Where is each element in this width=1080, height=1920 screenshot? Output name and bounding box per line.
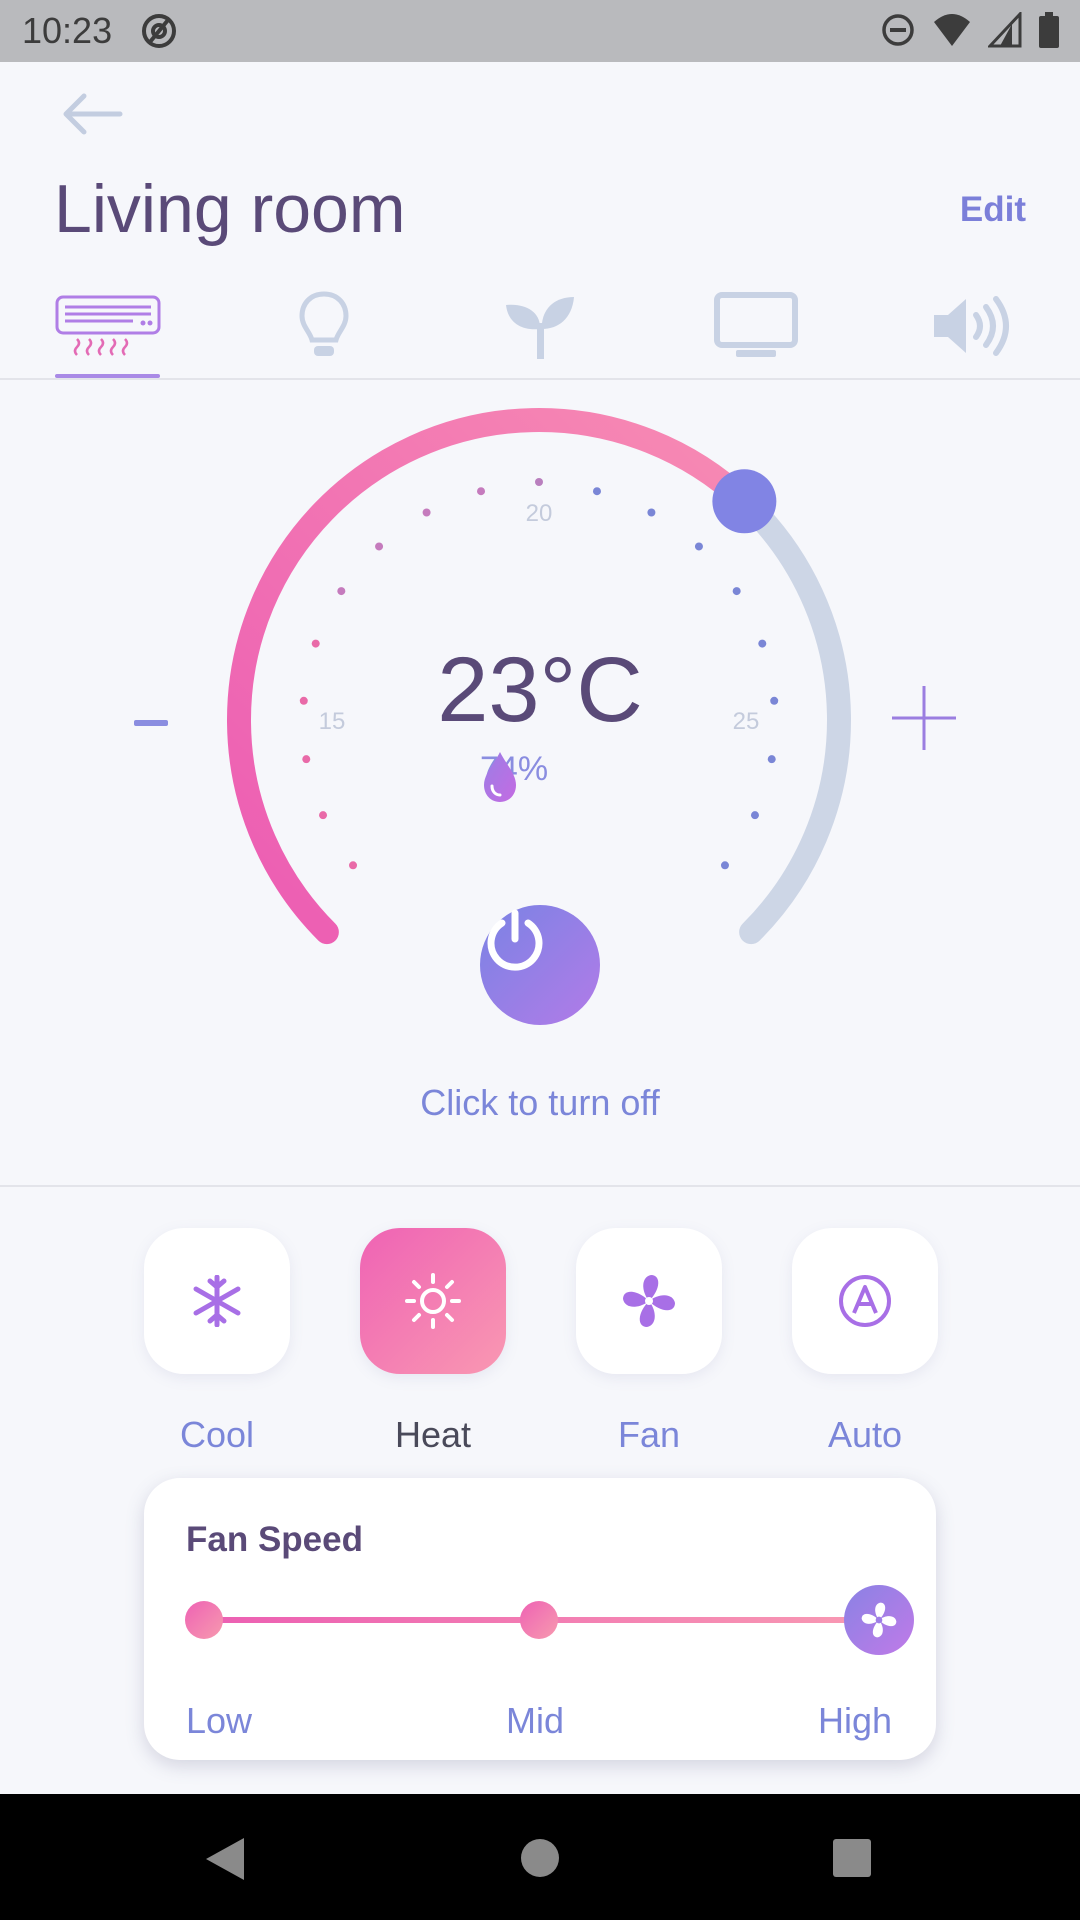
tab-speaker[interactable] — [912, 272, 1032, 380]
monitor-icon — [714, 292, 798, 357]
thermostat-panel: 15 20 25 23°C 74% Click to turn off — [0, 380, 1080, 1186]
mode-fan[interactable]: Fan — [576, 1228, 722, 1456]
dial-tick — [337, 587, 346, 596]
dial-tick — [732, 587, 741, 596]
edit-button[interactable]: Edit — [960, 190, 1026, 230]
cell-signal-icon — [986, 10, 1022, 53]
mode-cool-button[interactable] — [144, 1228, 290, 1374]
dial-tick — [750, 811, 759, 820]
arrow-left-icon — [63, 93, 123, 135]
power-icon — [487, 909, 543, 971]
header: Living room Edit — [0, 62, 1080, 380]
tab-tv[interactable] — [696, 272, 816, 380]
nav-back-icon[interactable] — [204, 1836, 246, 1882]
dial-tick — [647, 508, 656, 517]
speaker-icon — [934, 296, 1009, 356]
mode-heat[interactable]: Heat — [360, 1228, 506, 1456]
temperature-value: 23°C — [437, 639, 643, 741]
fan-speed-mid-label: Mid — [506, 1700, 565, 1741]
power-button[interactable] — [480, 905, 600, 1025]
fan-speed-slider-handle[interactable] — [844, 1585, 914, 1655]
device-tabs — [0, 272, 1080, 380]
at-sign-icon — [140, 12, 178, 55]
dial-tick — [349, 861, 358, 870]
power-label: Click to turn off — [420, 1082, 660, 1123]
tab-plants[interactable] — [480, 272, 600, 380]
mode-auto[interactable]: Auto — [792, 1228, 938, 1456]
humidity-readout: 74% — [480, 750, 548, 802]
do-not-disturb-icon — [880, 12, 916, 53]
fan-speed-low-stop[interactable] — [185, 1601, 223, 1639]
dial-tick — [319, 811, 328, 820]
tab-lighting[interactable] — [264, 272, 384, 380]
sun-icon — [405, 1273, 461, 1329]
fan-icon — [623, 1275, 675, 1327]
tab-air-conditioner[interactable] — [48, 272, 168, 380]
dial-tick — [694, 542, 703, 551]
mode-fan-label: Fan — [617, 1414, 681, 1455]
fan-speed-low-label: Low — [186, 1700, 253, 1741]
mode-selector: Cool Heat Fan Auto — [0, 1186, 1080, 1455]
dial-tick — [477, 487, 486, 496]
mode-cool-label: Cool — [179, 1414, 255, 1455]
mode-cool[interactable]: Cool — [144, 1228, 290, 1456]
status-time: 10:23 — [22, 10, 113, 51]
fan-speed-high-label: High — [818, 1700, 893, 1741]
mode-heat-label: Heat — [394, 1414, 472, 1455]
mode-auto-button[interactable] — [792, 1228, 938, 1374]
auto-icon — [839, 1275, 891, 1327]
wifi-icon — [932, 12, 972, 53]
scale-label-20: 20 — [526, 500, 553, 527]
mode-heat-button[interactable] — [360, 1228, 506, 1374]
system-nav-bar — [0, 1794, 1080, 1920]
plant-icon — [506, 297, 574, 359]
snowflake-icon — [193, 1275, 241, 1327]
water-drop-icon — [484, 752, 516, 802]
page-title: Living room — [54, 171, 406, 247]
dial-tick — [302, 755, 311, 764]
mode-auto-label: Auto — [827, 1414, 903, 1455]
dial-tick — [767, 755, 776, 764]
fan-speed-mid-stop[interactable] — [520, 1601, 558, 1639]
status-bar: 10:23 — [0, 0, 1080, 62]
fan-speed-card: Fan Speed Low Mid High — [144, 1478, 936, 1760]
nav-recents-icon[interactable] — [832, 1838, 872, 1878]
dial-tick — [422, 508, 431, 517]
air-conditioner-icon — [55, 295, 161, 356]
dial-tick — [720, 861, 729, 870]
battery-icon — [1038, 12, 1060, 53]
dial-tick — [535, 478, 543, 486]
fan-icon — [861, 1602, 897, 1638]
mode-fan-button[interactable] — [576, 1228, 722, 1374]
dial-tick — [592, 487, 601, 496]
dial-tick — [375, 542, 384, 551]
nav-home-icon[interactable] — [520, 1838, 560, 1878]
back-button[interactable] — [56, 82, 128, 146]
lightbulb-icon — [299, 291, 349, 356]
temperature-knob[interactable] — [712, 469, 777, 534]
fan-speed-title: Fan Speed — [186, 1520, 363, 1559]
